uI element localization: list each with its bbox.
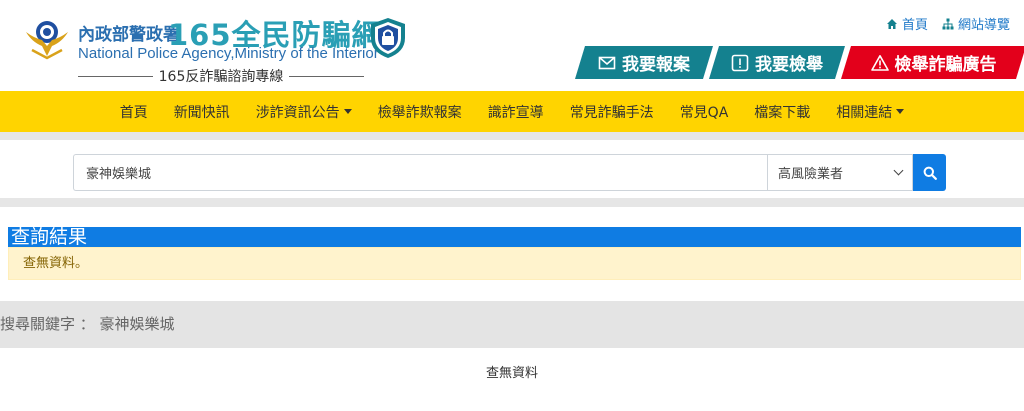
nav-label: 涉詐資訊公告 — [255, 104, 340, 121]
nav-item-downloads[interactable]: 檔案下載 — [741, 102, 823, 122]
sitemap-icon — [942, 18, 954, 29]
nav-label: 檢舉詐欺報案 — [377, 104, 462, 121]
report-fraud-ad-button[interactable]: 檢舉詐騙廣告 — [841, 46, 1024, 79]
nav-label: 新聞快訊 — [173, 104, 230, 121]
nav-item-methods[interactable]: 常見詐騙手法 — [557, 102, 667, 122]
action-buttons: 我要報案 我要檢舉 檢舉詐騙廣告 — [575, 46, 1022, 79]
search-keyword-label: 搜尋關鍵字 ： 豪神娛樂城 — [0, 315, 175, 333]
hotline-text: 165反詐騙諮詢專線 — [158, 69, 284, 85]
nav-label: 常見詐騙手法 — [569, 104, 654, 121]
report-case-label: 我要報案 — [622, 55, 690, 75]
no-data-text: 查無資料 — [485, 366, 538, 381]
tipoff-label: 我要檢舉 — [755, 55, 823, 75]
top-link-sitemap[interactable]: 網站導覽 — [942, 14, 1010, 33]
nav-item-awareness[interactable]: 識詐宣導 — [475, 102, 557, 122]
search-input[interactable] — [73, 154, 767, 191]
nav-label: 識詐宣導 — [487, 104, 544, 121]
emblem-icon[interactable] — [22, 12, 72, 62]
agency-name-en: National Police Agency,Ministry of the I… — [78, 45, 379, 62]
warning-triangle-icon — [871, 54, 889, 72]
nav-label: 檔案下載 — [754, 104, 811, 121]
nav-item-qa[interactable]: 常見QA — [667, 102, 742, 122]
result-title: 查詢結果 — [8, 227, 1021, 247]
exclamation-box-icon — [731, 54, 749, 72]
shield-lock-icon — [371, 18, 405, 58]
caret-down-icon — [343, 109, 352, 114]
search-icon — [923, 166, 937, 180]
envelope-icon — [598, 54, 616, 72]
hotline-tagline: 165反詐騙諮詢專線 — [78, 66, 365, 86]
nav-item-news[interactable]: 新聞快訊 — [161, 102, 243, 122]
report-case-button[interactable]: 我要報案 — [575, 46, 713, 79]
keyword-band: 搜尋關鍵字 ： 豪神娛樂城 — [0, 301, 1024, 348]
tipoff-button[interactable]: 我要檢舉 — [709, 46, 845, 79]
top-link-home[interactable]: 首頁 — [886, 14, 928, 33]
search-bar: 高風險業者 — [73, 154, 946, 191]
category-select-value: 高風險業者 — [778, 167, 844, 182]
divider — [289, 75, 365, 77]
agency-name-zh: 內政部警政署 — [78, 25, 180, 45]
top-link-sitemap-label: 網站導覽 — [957, 18, 1010, 33]
nav-item-home[interactable]: 首頁 — [107, 102, 161, 122]
divider-band — [0, 198, 1024, 207]
divider — [78, 75, 153, 77]
nav-item-report[interactable]: 檢舉詐欺報案 — [365, 102, 475, 122]
top-link-home-label: 首頁 — [901, 18, 928, 33]
nav-label: 相關連結 — [836, 104, 893, 121]
search-button[interactable] — [913, 154, 946, 191]
nav-item-links[interactable]: 相關連結 — [823, 102, 917, 122]
caret-down-icon — [896, 109, 905, 114]
nav-label: 首頁 — [119, 104, 148, 121]
top-links: 首頁 網站導覽 — [886, 14, 1010, 33]
category-select[interactable]: 高風險業者 — [767, 154, 913, 191]
report-fraud-ad-label: 檢舉詐騙廣告 — [894, 55, 997, 75]
divider-band — [0, 132, 1024, 140]
main-nav: 首頁 新聞快訊 涉詐資訊公告 檢舉詐欺報案 識詐宣導 常見詐騙手法 常見QA 檔… — [0, 91, 1024, 132]
site-header: 內政部警政署 165全民防騙網 National Police Agency,M… — [0, 0, 1024, 91]
no-result-alert: 查無資料。 — [8, 247, 1021, 280]
nav-item-fraud-info[interactable]: 涉詐資訊公告 — [243, 102, 365, 122]
home-icon — [886, 18, 897, 29]
chevron-down-icon — [893, 165, 904, 176]
nav-label: 常見QA — [679, 104, 729, 121]
